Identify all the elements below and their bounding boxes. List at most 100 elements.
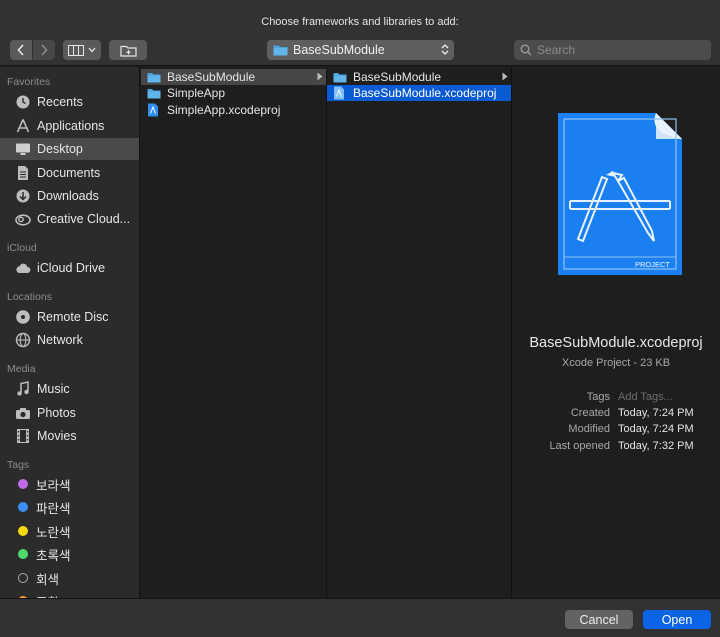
sidebar-item-label: Remote Disc [37, 310, 109, 324]
list-item-folder[interactable]: BaseSubModule [141, 69, 326, 85]
disclosure-arrow-icon [317, 72, 323, 81]
list-item-file[interactable]: SimpleApp.xcodeproj [141, 102, 326, 118]
sidebar-item-label: Network [37, 333, 83, 347]
meta-created-label: Created [570, 407, 610, 419]
sidebar-item-label: 초록색 [36, 548, 71, 563]
list-item-file[interactable]: BaseSubModule.xcodeproj [327, 85, 511, 101]
forward-button[interactable] [33, 40, 55, 60]
browser-column-1: BaseSubModule SimpleApp SimpleApp.xcodep… [141, 67, 327, 598]
sidebar-item-label: 파란색 [36, 501, 71, 516]
sidebar-item-label: iCloud Drive [37, 261, 106, 275]
cancel-button[interactable]: Cancel [565, 610, 633, 629]
search-field[interactable]: Search [514, 40, 711, 60]
sidebar-item-label: Movies [37, 429, 77, 443]
list-item-folder[interactable]: SimpleApp [141, 85, 326, 101]
sidebar-tag-green[interactable]: 초록색 [0, 543, 139, 565]
desktop-icon [14, 140, 32, 158]
tag-color-dot [18, 502, 28, 512]
meta-modified-value: Today, 7:24 PM [618, 423, 694, 435]
sidebar-item-creative-cloud[interactable]: Creative Cloud... [0, 208, 139, 230]
back-button[interactable] [10, 40, 32, 60]
chevron-left-icon [17, 44, 24, 56]
xcode-project-icon: PROJECT [558, 113, 682, 275]
sidebar: Favorites Recents Applications Desktop D… [0, 67, 140, 598]
new-folder-button[interactable] [109, 40, 147, 60]
sidebar-item-label: Photos [37, 406, 76, 420]
updown-chevron-icon [441, 44, 449, 55]
sidebar-item-movies[interactable]: Movies [0, 425, 139, 447]
sidebar-header-locations: Locations [7, 291, 52, 303]
applications-icon [14, 117, 32, 135]
tag-color-dot [18, 526, 28, 536]
cloud-icon [14, 259, 32, 277]
sidebar-header-icloud: iCloud [7, 242, 37, 254]
sidebar-item-network[interactable]: Network [0, 329, 139, 351]
creative-cloud-icon [14, 210, 32, 228]
sidebar-tag-gray[interactable]: 회색 [0, 567, 139, 589]
meta-opened-value: Today, 7:32 PM [618, 440, 694, 452]
tag-color-dot [18, 573, 28, 583]
toolbar: BaseSubModule Search [0, 36, 720, 66]
folder-icon [333, 71, 347, 83]
sidebar-item-label: 회색 [36, 572, 60, 587]
preview-filename: BaseSubModule.xcodeproj [529, 335, 703, 351]
search-placeholder: Search [537, 43, 576, 57]
globe-icon [14, 331, 32, 349]
add-tags-field[interactable]: Add Tags... [618, 391, 673, 403]
location-popup[interactable]: BaseSubModule [267, 40, 454, 60]
sidebar-item-label: Music [37, 382, 70, 396]
sidebar-item-downloads[interactable]: Downloads [0, 185, 139, 207]
sidebar-item-applications[interactable]: Applications [0, 115, 139, 137]
sidebar-item-recents[interactable]: Recents [0, 91, 139, 113]
document-icon [14, 164, 32, 182]
xcodeproj-file-icon [333, 86, 347, 100]
download-icon [14, 187, 32, 205]
sidebar-item-label: 노란색 [36, 525, 71, 540]
disc-icon [14, 308, 32, 326]
meta-created-value: Today, 7:24 PM [618, 407, 694, 419]
sidebar-item-label: Applications [37, 119, 105, 133]
sidebar-item-label: Documents [37, 166, 101, 180]
meta-opened-label: Last opened [549, 440, 610, 452]
preview-kind-size: Xcode Project - 23 KB [561, 357, 671, 369]
sidebar-tag-blue[interactable]: 파란색 [0, 496, 139, 518]
new-folder-icon [119, 45, 137, 57]
folder-icon [147, 87, 161, 99]
list-item-label: SimpleApp [167, 86, 226, 100]
clock-icon [14, 93, 32, 111]
sidebar-item-label: Creative Cloud... [37, 212, 131, 226]
chevron-right-icon [41, 44, 48, 56]
sidebar-header-favorites: Favorites [7, 76, 51, 88]
list-item-folder[interactable]: BaseSubModule [327, 69, 511, 85]
folder-icon [273, 45, 288, 56]
sidebar-header-tags: Tags [7, 459, 30, 471]
sidebar-item-photos[interactable]: Photos [0, 402, 139, 424]
folder-icon [147, 71, 161, 83]
dialog-titlebar: Choose frameworks and libraries to add: [0, 0, 720, 36]
music-icon [14, 380, 32, 398]
sidebar-item-label: Downloads [37, 189, 99, 203]
sidebar-tag-orange[interactable]: 주황 [0, 590, 139, 598]
sidebar-item-music[interactable]: Music [0, 378, 139, 400]
disclosure-arrow-icon [502, 72, 508, 81]
icon-badge-label: PROJECT [635, 260, 670, 269]
film-icon [14, 427, 32, 445]
sidebar-tag-yellow[interactable]: 노란색 [0, 520, 139, 542]
camera-icon [14, 404, 32, 422]
chevron-down-icon [88, 47, 96, 53]
sidebar-item-label: Desktop [37, 142, 83, 156]
list-item-label: BaseSubModule [167, 70, 256, 84]
list-item-label: BaseSubModule [353, 70, 442, 84]
sidebar-item-remote-disc[interactable]: Remote Disc [0, 306, 139, 328]
tag-color-dot [18, 479, 28, 489]
sidebar-tag-purple[interactable]: 보라색 [0, 473, 139, 495]
sidebar-item-icloud-drive[interactable]: iCloud Drive [0, 257, 139, 279]
sidebar-item-documents[interactable]: Documents [0, 162, 139, 184]
dialog-title: Choose frameworks and libraries to add: [261, 16, 459, 28]
view-mode-button[interactable] [63, 40, 101, 60]
open-button[interactable]: Open [643, 610, 711, 629]
tag-color-dot [18, 549, 28, 559]
sidebar-item-label: Recents [37, 95, 83, 109]
preview-pane: PROJECT BaseSubModule.xcodeproj Xcode Pr… [512, 67, 720, 598]
sidebar-item-desktop[interactable]: Desktop [0, 138, 139, 160]
